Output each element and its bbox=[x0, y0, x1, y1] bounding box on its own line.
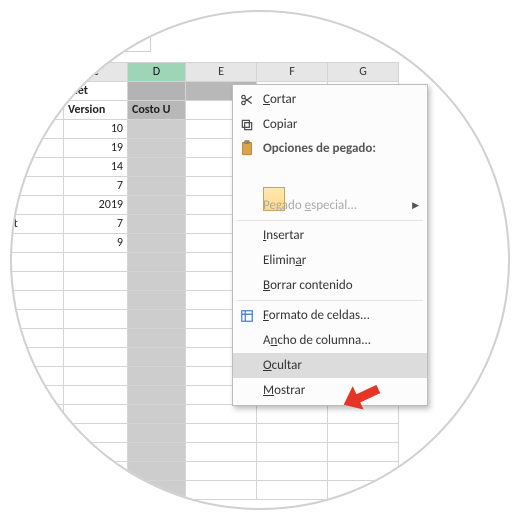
col-header-f[interactable]: F bbox=[257, 63, 328, 82]
col-header-d[interactable]: D bbox=[128, 63, 186, 82]
separator bbox=[237, 220, 423, 221]
cell[interactable]: 10 bbox=[64, 120, 128, 139]
col-header-c[interactable]: C bbox=[64, 63, 128, 82]
menu-show[interactable]: Mostrar bbox=[233, 378, 427, 403]
menu-paste-options-header: Opciones de pegado: bbox=[233, 137, 427, 159]
cell[interactable]: Microsoft bbox=[10, 120, 64, 139]
menu-paste-default[interactable] bbox=[233, 159, 427, 193]
scissors-icon bbox=[239, 92, 255, 108]
col-header-b[interactable]: B bbox=[10, 63, 64, 82]
menu-copy[interactable]: Copiar bbox=[233, 112, 427, 137]
menu-label: Borrar contenido bbox=[263, 278, 353, 293]
cell[interactable]: Microsoft bbox=[10, 196, 64, 215]
menu-format-cells[interactable]: Formato de celdas... bbox=[233, 303, 427, 328]
col-header-g[interactable]: G bbox=[328, 63, 399, 82]
fill-color-icon[interactable] bbox=[371, 10, 385, 14]
borders-icon[interactable] bbox=[335, 10, 351, 14]
menu-label: Ocultar bbox=[263, 358, 302, 373]
separator bbox=[326, 10, 327, 16]
chevron-down-icon[interactable]: ▾ bbox=[314, 10, 318, 12]
clipboard-icon bbox=[239, 140, 255, 156]
chevron-down-icon[interactable]: ▾ bbox=[359, 10, 363, 12]
cell[interactable]: CentOS bbox=[10, 177, 64, 196]
menu-label: Cortar bbox=[263, 92, 296, 107]
cell[interactable]: 9 bbox=[64, 234, 128, 253]
cell[interactable]: Mint bbox=[10, 234, 64, 253]
menu-label: Insertar bbox=[263, 228, 304, 243]
formula-bar: fx Costo USD bbox=[14, 34, 151, 52]
underline-button[interactable]: S bbox=[300, 10, 306, 15]
menu-label: Pegado especial... bbox=[263, 198, 357, 213]
chevron-right-icon: ▶ bbox=[412, 200, 419, 211]
chevron-down-icon[interactable]: ▾ bbox=[393, 10, 397, 12]
cell[interactable]: Ubuntu bbox=[10, 139, 64, 158]
cell[interactable]: 7 bbox=[64, 177, 128, 196]
header-costo[interactable]: Costo U bbox=[128, 101, 186, 120]
menu-hide[interactable]: Ocultar bbox=[233, 353, 427, 378]
header-desarrollador[interactable]: Desarrollador bbox=[10, 101, 64, 120]
menu-clear-contents[interactable]: Borrar contenido bbox=[233, 273, 427, 298]
menu-label: Copiar bbox=[263, 117, 297, 132]
fx-icon[interactable]: fx bbox=[14, 36, 23, 50]
font-color-icon[interactable]: A bbox=[405, 10, 413, 15]
italic-button[interactable]: K bbox=[286, 10, 293, 15]
cell[interactable]: 2019 bbox=[64, 196, 128, 215]
formula-input[interactable]: Costo USD bbox=[31, 34, 151, 52]
menu-insert[interactable]: Insertar bbox=[233, 223, 427, 248]
cell[interactable]: Apple bbox=[10, 158, 64, 177]
menu-label: Ancho de columna... bbox=[263, 333, 371, 348]
separator bbox=[237, 300, 423, 301]
cell[interactable]: Microsoft bbox=[10, 215, 64, 234]
menu-paste-special[interactable]: Pegado especial... ▶ bbox=[233, 193, 427, 218]
col-header-e[interactable]: E bbox=[186, 63, 257, 82]
copy-icon bbox=[239, 117, 255, 133]
menu-cut[interactable]: Cortar bbox=[233, 87, 427, 112]
format-cells-icon bbox=[239, 308, 255, 324]
cell[interactable]: 19 bbox=[64, 139, 128, 158]
ribbon-style-row: N K S ▾ ▾ ▾ A ▾ bbox=[269, 10, 426, 16]
title-cell[interactable]: Solvetic Internet bbox=[10, 82, 128, 101]
cell[interactable]: 7 bbox=[64, 215, 128, 234]
menu-label: Formato de celdas... bbox=[263, 308, 370, 323]
menu-column-width[interactable]: Ancho de columna... bbox=[233, 328, 427, 353]
menu-label: Opciones de pegado: bbox=[263, 141, 376, 156]
menu-label: Mostrar bbox=[263, 383, 305, 398]
context-menu: Cortar Copiar Opciones de pegado: Pegado… bbox=[232, 84, 428, 406]
header-version[interactable]: Version bbox=[64, 101, 128, 120]
menu-delete[interactable]: Eliminar bbox=[233, 248, 427, 273]
cell[interactable]: 14 bbox=[64, 158, 128, 177]
chevron-down-icon[interactable]: ▾ bbox=[422, 10, 426, 12]
menu-label: Eliminar bbox=[263, 253, 306, 268]
bold-button[interactable]: N bbox=[269, 10, 278, 15]
